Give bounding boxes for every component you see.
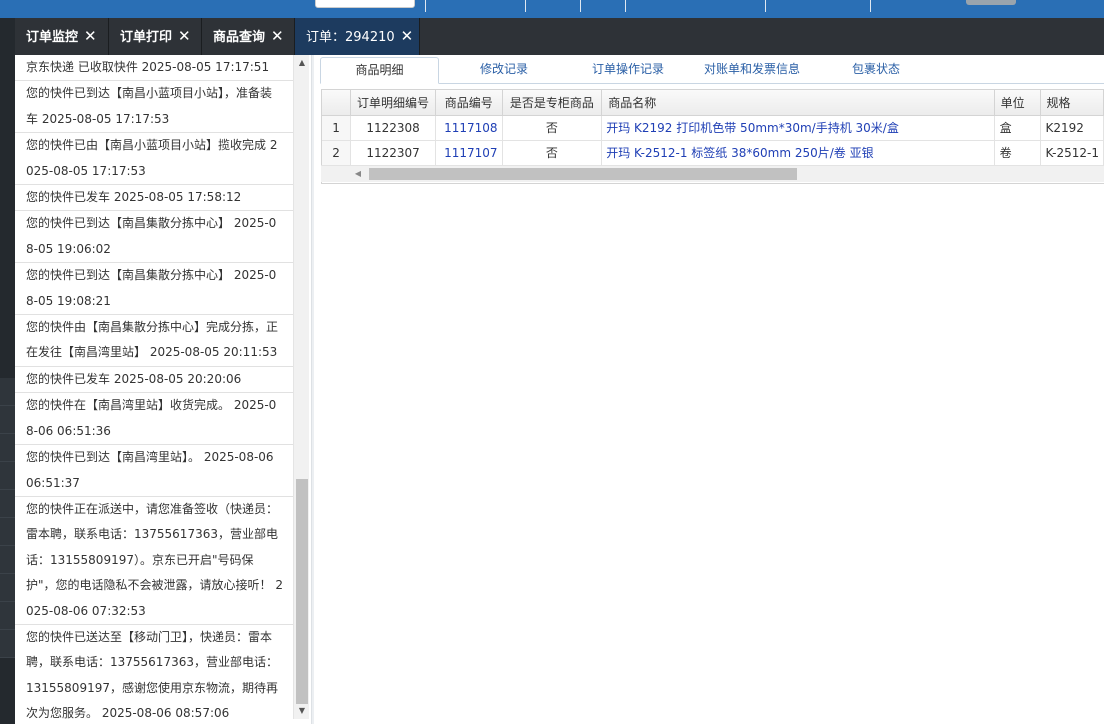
chevron-left-icon[interactable]: ◀ xyxy=(351,166,365,182)
toolbar-divider xyxy=(425,0,426,12)
tab-product-query[interactable]: 商品查询 ✕ xyxy=(202,18,295,55)
tab-modification-log[interactable]: 修改记录 xyxy=(444,57,564,84)
column-header xyxy=(322,90,352,116)
side-nav-item[interactable] xyxy=(0,434,15,462)
table-row[interactable]: 2 1122307 1117107 否 开玛 K-2512-1 标签纸 38*6… xyxy=(322,140,1104,166)
product-name-link[interactable]: 开玛 K2192 打印机色带 50mm*30m/手持机 30米/盒 xyxy=(601,115,995,141)
side-nav-item[interactable] xyxy=(0,406,15,434)
side-nav-item[interactable] xyxy=(0,602,15,630)
spec-cell: K2192 xyxy=(1040,115,1104,141)
unit-cell: 卷 xyxy=(994,140,1041,166)
tab-order-print[interactable]: 订单打印 ✕ xyxy=(109,18,202,55)
close-icon[interactable]: ✕ xyxy=(271,18,284,55)
tab-order-monitor[interactable]: 订单监控 ✕ xyxy=(15,18,109,55)
tab-package-status[interactable]: 包裹状态 xyxy=(816,57,936,84)
tracking-entry: 您的快件已发车 2025-08-05 17:58:12 xyxy=(15,185,293,212)
product-code-link[interactable]: 1117107 xyxy=(435,140,503,166)
side-nav-item[interactable] xyxy=(0,518,15,546)
scrollbar-thumb[interactable] xyxy=(369,168,797,180)
tracking-entry: 您的快件由【南昌集散分拣中心】完成分拣，正在发往【南昌湾里站】 2025-08-… xyxy=(15,315,293,367)
tracking-entry: 您的快件已到达【南昌小蓝项目小站】，准备装车 2025-08-05 17:17:… xyxy=(15,81,293,134)
tracking-entry: 您的快件已由【南昌小蓝项目小站】揽收完成 2025-08-05 17:17:53 xyxy=(15,133,293,186)
avatar[interactable] xyxy=(966,0,1016,5)
detail-id-cell: 1122308 xyxy=(350,115,437,141)
tracking-entry: 您的快件已到达【南昌集散分拣中心】 2025-08-05 19:08:21 xyxy=(15,263,293,316)
close-icon[interactable]: ✕ xyxy=(401,18,414,55)
unit-cell: 盒 xyxy=(994,115,1041,141)
side-nav-item[interactable] xyxy=(0,378,15,406)
row-number: 2 xyxy=(322,140,352,166)
column-header[interactable]: 商品编号 xyxy=(435,90,503,116)
side-nav-item[interactable] xyxy=(0,490,15,518)
grid-horizontal-scrollbar[interactable]: ◀ xyxy=(321,165,1104,182)
counter-product-cell: 否 xyxy=(502,140,603,166)
detail-id-cell: 1122307 xyxy=(350,140,437,166)
panel-splitter[interactable] xyxy=(311,55,314,724)
tracking-entry: 您的快件正在派送中，请您准备签收（快递员：雷本聘，联系电话：1375561736… xyxy=(15,497,293,625)
side-nav-item[interactable] xyxy=(0,546,15,574)
tracking-list[interactable]: 京东快递 已收取快件 2025-08-05 17:17:51 您的快件已到达【南… xyxy=(15,55,293,719)
table-row[interactable]: 1 1122308 1117108 否 开玛 K2192 打印机色带 50mm*… xyxy=(322,115,1104,141)
column-header[interactable]: 单位 xyxy=(994,90,1041,116)
chevron-down-icon[interactable]: ▼ xyxy=(294,703,310,719)
top-navigation-bar xyxy=(0,0,1104,18)
column-header[interactable]: 是否是专柜商品 xyxy=(502,90,603,116)
tab-bar: 订单监控 ✕ 订单打印 ✕ 商品查询 ✕ 订单：294210 ✕ xyxy=(15,18,1104,55)
search-input[interactable] xyxy=(315,0,415,8)
toolbar-divider xyxy=(625,0,626,12)
tab-label: 商品查询 xyxy=(213,30,266,45)
toolbar-divider xyxy=(580,0,581,12)
side-nav-item[interactable] xyxy=(0,462,15,490)
counter-product-cell: 否 xyxy=(502,115,603,141)
tracking-entry: 您的快件已送达至【移动门卫】，快递员：雷本聘，联系电话：13755617363，… xyxy=(15,625,293,719)
column-header[interactable]: 规格 xyxy=(1040,90,1104,116)
tab-label: 订单监控 xyxy=(26,30,79,45)
toolbar-divider xyxy=(765,0,766,12)
tab-order-detail[interactable]: 订单：294210 ✕ xyxy=(295,18,420,55)
tracking-entry: 您的快件在【南昌湾里站】收货完成。 2025-08-06 06:51:36 xyxy=(15,393,293,446)
close-icon[interactable]: ✕ xyxy=(178,18,191,55)
tracking-entry: 您的快件已到达【南昌湾里站】。 2025-08-06 06:51:37 xyxy=(15,445,293,497)
spec-cell: K-2512-1 xyxy=(1040,140,1104,166)
column-header[interactable]: 商品名称 xyxy=(601,90,995,116)
product-code-link[interactable]: 1117108 xyxy=(435,115,503,141)
product-name-link[interactable]: 开玛 K-2512-1 标签纸 38*60mm 250片/卷 亚银 xyxy=(601,140,995,166)
toolbar-divider xyxy=(525,0,526,12)
tracking-entry: 您的快件已到达【南昌集散分拣中心】 2025-08-05 19:06:02 xyxy=(15,211,293,264)
side-nav-item[interactable] xyxy=(0,630,15,658)
side-navigation xyxy=(0,18,15,724)
column-header[interactable]: 订单明细编号 xyxy=(350,90,437,116)
close-icon[interactable]: ✕ xyxy=(84,18,97,55)
tab-statement-invoice[interactable]: 对账单和发票信息 xyxy=(692,57,812,84)
row-number: 1 xyxy=(322,115,352,141)
side-nav-item[interactable] xyxy=(0,574,15,602)
detail-tabs: 商品明细 修改记录 订单操作记录 对账单和发票信息 包裹状态 xyxy=(320,57,1104,84)
tracking-scrollbar[interactable]: ▲ ▼ xyxy=(293,55,309,719)
scrollbar-thumb[interactable] xyxy=(296,479,308,704)
tab-order-operation-log[interactable]: 订单操作记录 xyxy=(568,57,688,84)
tracking-entry: 您的快件已发车 2025-08-05 20:20:06 xyxy=(15,367,293,394)
table-header-row: 订单明细编号 商品编号 是否是专柜商品 商品名称 单位 规格 xyxy=(322,90,1104,116)
chevron-up-icon[interactable]: ▲ xyxy=(294,55,310,71)
tracking-entry: 京东快递 已收取快件 2025-08-05 17:17:51 xyxy=(15,55,293,82)
tab-product-details[interactable]: 商品明细 xyxy=(320,57,439,84)
tab-label: 订单打印 xyxy=(120,30,173,45)
toolbar-divider xyxy=(870,0,871,12)
tab-label: 订单：294210 xyxy=(306,30,395,45)
